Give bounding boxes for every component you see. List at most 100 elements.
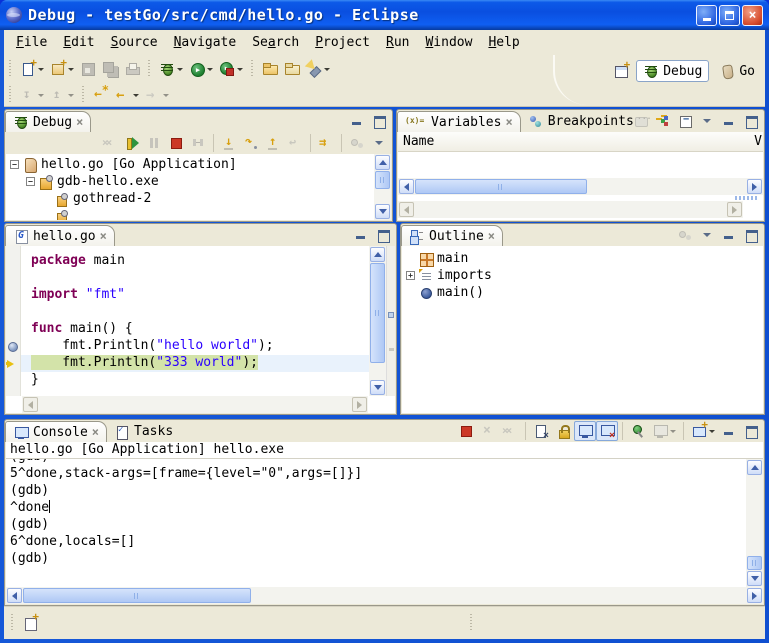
menu-item-run[interactable]: Run (378, 33, 417, 52)
maximize-view-button[interactable] (740, 225, 762, 245)
close-tab-icon[interactable] (505, 115, 512, 130)
dropdown-arrow-icon[interactable] (133, 94, 139, 97)
terminate-button[interactable] (165, 133, 187, 153)
gutter-row[interactable] (6, 253, 20, 270)
menu-item-help[interactable]: Help (480, 33, 527, 52)
gutter-row[interactable] (6, 287, 20, 304)
tree-expander-icon[interactable]: − (26, 177, 35, 186)
terminate-button[interactable] (455, 421, 477, 441)
minimize-view-button[interactable] (718, 111, 740, 131)
scroll-lock-button[interactable] (552, 421, 574, 441)
maximize-view-button[interactable] (368, 111, 390, 131)
new-go-element-button[interactable] (47, 58, 77, 80)
tab-debug[interactable]: Debug (5, 111, 91, 132)
variables-column-header[interactable]: Name V (398, 132, 763, 152)
scroll-right-button[interactable] (747, 588, 762, 603)
gutter-row[interactable] (6, 304, 20, 321)
tree-row[interactable]: main (402, 250, 763, 267)
search-button[interactable] (303, 58, 333, 80)
clear-console-button[interactable] (530, 421, 552, 441)
tree-expander-icon[interactable]: − (10, 160, 19, 169)
last-edit-location-button[interactable] (90, 84, 112, 106)
minimize-view-button[interactable] (718, 225, 740, 245)
debug-tree-area[interactable]: −hello.go [Go Application]−gdb-hello.exe… (6, 154, 391, 220)
open-resource-button[interactable] (259, 58, 281, 80)
tab-breakpoints[interactable]: Breakpoints (521, 111, 641, 132)
gutter-row[interactable] (6, 321, 20, 338)
minimize-view-button[interactable] (350, 225, 372, 245)
fast-view-icon[interactable] (23, 615, 39, 631)
dropdown-arrow-icon[interactable] (207, 68, 213, 71)
dropdown-arrow-icon[interactable] (324, 68, 330, 71)
menu-item-file[interactable]: File (8, 33, 55, 52)
tree-row[interactable]: −gdb-hello.exe (6, 173, 374, 190)
column-name[interactable]: Name (398, 134, 434, 149)
sash-handle-icon[interactable] (735, 196, 757, 200)
overview-annotation-mark[interactable] (389, 348, 394, 351)
step-return-button[interactable] (262, 133, 284, 153)
use-step-filters-button[interactable] (315, 133, 337, 153)
external-tools-button[interactable] (216, 58, 246, 80)
maximize-view-button[interactable] (740, 421, 762, 441)
open-console-button[interactable] (688, 421, 718, 441)
maximize-window-button[interactable] (719, 5, 740, 26)
tree-row[interactable] (6, 207, 374, 220)
column-value[interactable]: V (754, 134, 762, 149)
view-menu-button[interactable] (696, 111, 718, 131)
close-window-button[interactable]: × (742, 5, 763, 26)
menu-item-source[interactable]: Source (103, 33, 166, 52)
view-menu-button[interactable] (368, 133, 390, 153)
tab-outline[interactable]: Outline (401, 225, 503, 246)
debug-vertical-scrollbar[interactable] (374, 154, 391, 220)
menu-item-search[interactable]: Search (244, 33, 307, 52)
tree-row[interactable]: gothread-2 (6, 190, 374, 207)
scroll-right-button[interactable] (747, 179, 762, 194)
close-tab-icon[interactable] (92, 425, 99, 440)
scroll-thumb[interactable] (23, 588, 251, 603)
scroll-thumb[interactable] (375, 171, 390, 189)
variables-horizontal-scrollbar[interactable] (398, 178, 763, 195)
console-vertical-scrollbar[interactable] (746, 459, 763, 587)
menu-item-edit[interactable]: Edit (55, 33, 102, 52)
new-button[interactable] (17, 58, 47, 80)
editor-vertical-scrollbar[interactable] (369, 246, 386, 396)
editor-annotation-ruler[interactable] (6, 246, 21, 396)
scroll-down-button[interactable] (370, 380, 385, 395)
variables-tree-area[interactable] (398, 152, 763, 178)
dropdown-arrow-icon[interactable] (709, 430, 715, 433)
console-horizontal-scrollbar[interactable] (6, 587, 763, 604)
perspective-go-button[interactable]: Go (713, 61, 761, 81)
scroll-up-button[interactable] (747, 460, 762, 475)
tree-row[interactable]: +imports (402, 267, 763, 284)
tab-console[interactable]: Console (5, 421, 107, 442)
minimize-view-button[interactable] (718, 421, 740, 441)
scroll-up-button[interactable] (370, 247, 385, 262)
menu-item-navigate[interactable]: Navigate (166, 33, 245, 52)
pin-console-button[interactable] (627, 421, 649, 441)
show-stdout-changes-button[interactable] (574, 421, 596, 441)
scroll-left-button[interactable] (399, 179, 414, 194)
overview-breakpoint-mark[interactable] (388, 312, 394, 318)
scroll-thumb[interactable] (747, 556, 762, 570)
tab-tasks[interactable]: Tasks (107, 421, 180, 442)
gutter-row[interactable] (6, 355, 20, 372)
close-tab-icon[interactable] (488, 229, 495, 244)
close-tab-icon[interactable] (76, 115, 83, 130)
show-stderr-changes-button[interactable] (596, 421, 618, 441)
dropdown-arrow-icon[interactable] (177, 68, 183, 71)
tree-row[interactable]: −hello.go [Go Application] (6, 156, 374, 173)
gutter-row[interactable] (6, 338, 20, 355)
tree-row[interactable]: main() (402, 284, 763, 301)
maximize-view-button[interactable] (740, 111, 762, 131)
menu-item-window[interactable]: Window (417, 33, 480, 52)
scroll-down-button[interactable] (375, 204, 390, 219)
scroll-left-button[interactable] (7, 588, 22, 603)
menu-item-project[interactable]: Project (307, 33, 378, 52)
step-over-button[interactable] (240, 133, 262, 153)
view-menu-button[interactable] (696, 225, 718, 245)
close-tab-icon[interactable] (100, 229, 107, 244)
resume-button[interactable] (121, 133, 143, 153)
open-folder-button[interactable] (281, 58, 303, 80)
tab-variables[interactable]: Variables (397, 111, 521, 132)
outline-tree-area[interactable]: main+importsmain() (402, 246, 763, 413)
